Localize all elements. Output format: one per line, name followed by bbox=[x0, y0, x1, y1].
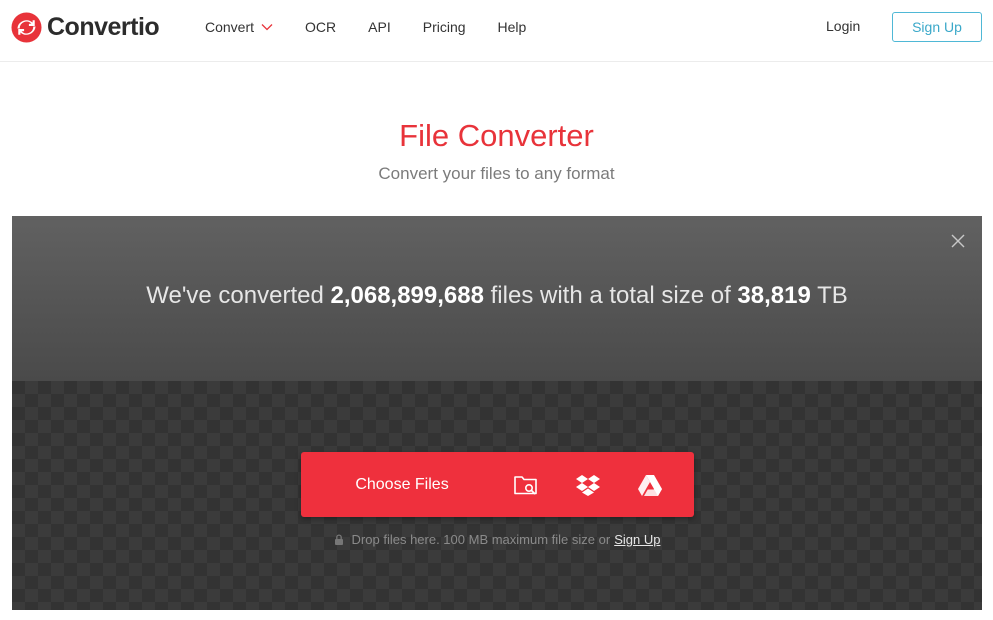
dropbox-icon[interactable] bbox=[575, 472, 601, 498]
nav-item-label: Pricing bbox=[422, 19, 466, 35]
logo[interactable]: Convertio bbox=[11, 11, 160, 43]
nav-item-pricing[interactable]: Pricing bbox=[423, 19, 466, 35]
stats-files-count: 2,068,899,688 bbox=[330, 282, 484, 309]
nav-item-label: Help bbox=[497, 19, 527, 35]
nav-item-api[interactable]: API bbox=[368, 19, 391, 35]
google-drive-icon[interactable] bbox=[637, 472, 663, 498]
stats-middle: files with a total size of bbox=[490, 282, 731, 309]
logo-text: Convertio bbox=[47, 12, 160, 41]
nav-item-ocr[interactable]: OCR bbox=[305, 19, 336, 35]
stats-prefix: We've converted bbox=[146, 282, 324, 309]
signup-button[interactable]: Sign Up bbox=[892, 12, 982, 42]
choose-files-bar: Choose Files bbox=[301, 452, 694, 517]
close-icon[interactable] bbox=[951, 234, 965, 248]
nav-item-convert[interactable]: Convert bbox=[205, 19, 273, 35]
login-link[interactable]: Login bbox=[826, 18, 860, 34]
main-nav: Convert OCR API Pricing Help bbox=[205, 0, 558, 54]
page-title: File Converter bbox=[399, 118, 594, 153]
nav-item-help[interactable]: Help bbox=[498, 19, 527, 35]
drop-note-text: Drop files here. 100 MB maximum file siz… bbox=[351, 532, 611, 547]
stats-total-size: 38,819 bbox=[737, 282, 811, 309]
converter-panel: We've converted 2,068,899,688 files with… bbox=[12, 216, 982, 610]
nav-item-label: Convert bbox=[205, 19, 255, 35]
top-header: Convertio Convert OCR API Pricing Help L… bbox=[0, 0, 993, 62]
page-subtitle: Convert your files to any format bbox=[378, 164, 615, 183]
drop-note: Drop files here. 100 MB maximum file siz… bbox=[12, 532, 982, 547]
drop-note-signup-link[interactable]: Sign Up bbox=[614, 532, 660, 547]
stats-unit: TB bbox=[817, 282, 848, 309]
conversion-stats: We've converted 2,068,899,688 files with… bbox=[12, 282, 982, 310]
folder-search-icon[interactable] bbox=[513, 472, 539, 498]
nav-item-label: API bbox=[368, 19, 391, 35]
nav-item-label: OCR bbox=[305, 19, 337, 35]
stats-banner: We've converted 2,068,899,688 files with… bbox=[12, 216, 982, 381]
choose-files-button[interactable]: Choose Files bbox=[301, 452, 503, 517]
chevron-down-icon bbox=[261, 24, 273, 31]
convertio-logo-icon bbox=[11, 11, 42, 43]
lock-icon bbox=[334, 534, 343, 545]
